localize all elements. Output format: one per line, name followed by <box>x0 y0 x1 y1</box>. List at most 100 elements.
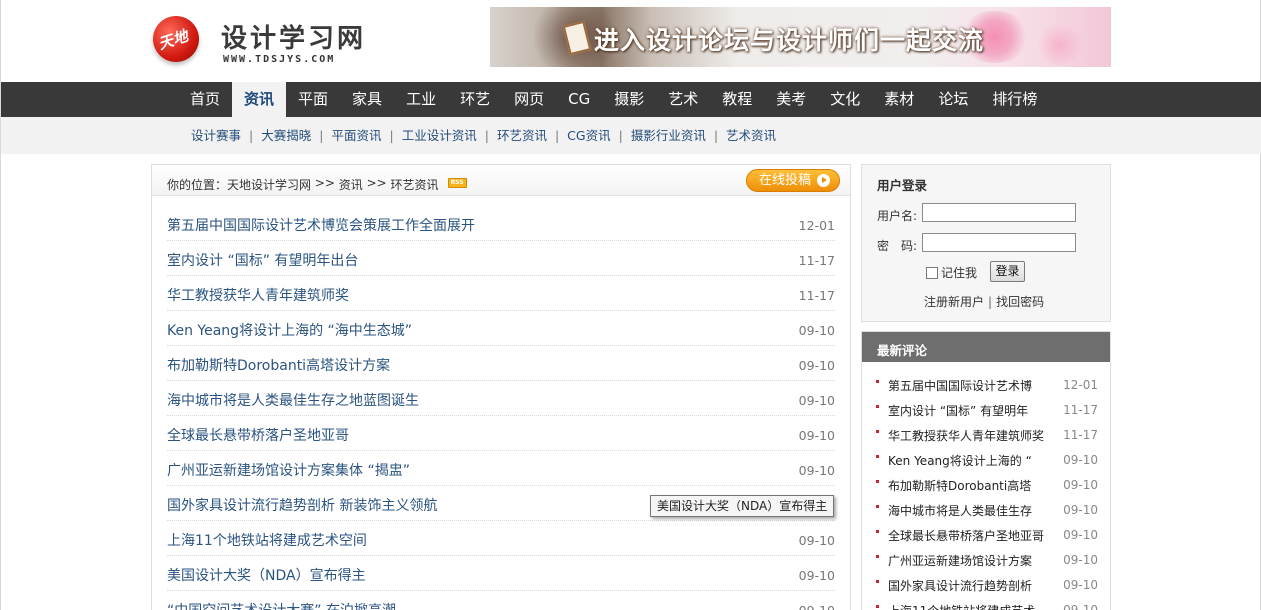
comment-link[interactable]: 华工教授获华人青年建筑师奖 <box>888 427 1048 444</box>
submit-article-button[interactable]: 在线投稿 <box>746 169 840 192</box>
breadcrumb-site-link[interactable]: 天地设计学习网 <box>227 176 311 193</box>
subnav-separator: | <box>249 128 254 143</box>
article-link[interactable]: “中国空间艺术设计大赛” 在泊掀高潮 <box>167 600 396 610</box>
logo-url: WWW.TDSJYS.COM <box>223 54 336 65</box>
comment-item: 国外家具设计流行趋势剖析 09-10 <box>876 574 1098 599</box>
comment-item: 全球最长悬带桥落户圣地亚哥 09-10 <box>876 524 1098 549</box>
subnav-item[interactable]: CG资讯 <box>567 117 610 154</box>
nav-item[interactable]: 工业 <box>394 82 448 117</box>
remember-checkbox[interactable] <box>926 266 938 279</box>
nav-item[interactable]: 家具 <box>340 82 394 117</box>
bullet-icon <box>876 530 879 533</box>
password-input[interactable] <box>922 233 1076 252</box>
article-date: 11-17 <box>798 253 835 268</box>
comment-date: 09-10 <box>1063 503 1098 517</box>
subnav-separator: | <box>713 128 719 143</box>
forgot-password-link[interactable]: 找回密码 <box>996 295 1044 309</box>
comment-item: Ken Yeang将设计上海的 “ 09-10 <box>876 449 1098 474</box>
nav-item[interactable]: 文化 <box>818 82 872 117</box>
nav-item[interactable]: 网页 <box>502 82 556 117</box>
subnav-item[interactable]: 艺术资讯 <box>726 117 776 154</box>
article-link[interactable]: 国外家具设计流行趋势剖析 新装饰主义领航 <box>167 495 437 515</box>
password-label: 密 码: <box>877 239 918 253</box>
comment-item: 海中城市将是人类最佳生存 09-10 <box>876 499 1098 524</box>
nav-item[interactable]: 资讯 <box>232 82 287 117</box>
comment-link[interactable]: 上海11个地铁站将建成艺术 <box>888 602 1048 610</box>
comment-link[interactable]: 广州亚运新建场馆设计方案 <box>888 552 1048 569</box>
latest-comments-title: 最新评论 <box>877 343 928 358</box>
remember-label: 记住我 <box>941 266 978 280</box>
comment-date: 09-10 <box>1063 478 1098 492</box>
comment-link[interactable]: 第五届中国国际设计艺术博 <box>888 377 1048 394</box>
article-link[interactable]: 上海11个地铁站将建成艺术空间 <box>167 530 367 550</box>
article-date: 09-10 <box>798 323 835 338</box>
nav-item[interactable]: 平面 <box>286 82 340 117</box>
bullet-icon <box>876 480 879 483</box>
remember-me[interactable]: 记住我 <box>926 264 977 281</box>
nav-item[interactable]: 教程 <box>710 82 764 117</box>
nav-item[interactable]: CG <box>556 82 602 117</box>
breadcrumb-bar: 你的位置： 天地设计学习网 >> 资讯 >> 环艺资讯 RSS 在线投稿 <box>152 165 850 196</box>
article-date: 09-10 <box>798 393 835 408</box>
forum-banner[interactable]: 进入设计论坛与设计师们一起交流 <box>490 7 1111 67</box>
subnav-item[interactable]: 平面资讯 <box>331 117 381 154</box>
link-tooltip: 美国设计大奖（NDA）宣布得主 <box>650 495 835 517</box>
article-row: 全球最长悬带桥落户圣地亚哥 09-10 <box>167 416 835 451</box>
article-link[interactable]: 第五届中国国际设计艺术博览会策展工作全面展开 <box>167 215 475 235</box>
subnav-item[interactable]: 工业设计资讯 <box>402 117 477 154</box>
sub-nav: 设计赛事 | 大赛揭晓 | 平面资讯 | 工业设计资讯 | 环艺资讯 | CG资讯 | 摄影行业资讯 | 艺… <box>1 117 1261 154</box>
nav-item[interactable]: 环艺 <box>448 82 502 117</box>
subnav-item[interactable]: 设计赛事 <box>191 117 241 154</box>
site-logo[interactable]: 天地 设计学习网 WWW.TDSJYS.COM <box>151 14 391 74</box>
article-date: 11-17 <box>798 288 835 303</box>
logo-mark: 天地 <box>153 16 199 62</box>
article-link[interactable]: 美国设计大奖（NDA）宣布得主 <box>167 565 366 585</box>
login-links-separator: | <box>988 295 993 309</box>
subnav-separator: | <box>484 128 489 143</box>
bullet-icon <box>876 555 879 558</box>
article-link[interactable]: 海中城市将是人类最佳生存之地蓝图诞生 <box>167 390 419 410</box>
nav-item[interactable]: 艺术 <box>656 82 710 117</box>
comment-link[interactable]: 国外家具设计流行趋势剖析 <box>888 577 1048 594</box>
logo-mark-text: 天地 <box>156 26 191 54</box>
article-link[interactable]: 全球最长悬带桥落户圣地亚哥 <box>167 425 349 445</box>
bullet-icon <box>876 380 879 383</box>
article-row: 上海11个地铁站将建成艺术空间 09-10 <box>167 521 835 556</box>
subnav-item[interactable]: 环艺资讯 <box>497 117 547 154</box>
username-input[interactable] <box>922 203 1076 222</box>
article-row: 布加勒斯特Dorobanti高塔设计方案 09-10 <box>167 346 835 381</box>
comment-link[interactable]: 室内设计 “国标” 有望明年 <box>888 402 1048 419</box>
breadcrumb-current[interactable]: 环艺资讯 <box>391 176 439 193</box>
nav-item[interactable]: 排行榜 <box>980 82 1049 117</box>
rss-icon[interactable]: RSS <box>447 178 467 188</box>
main-nav: 首页 资讯 平面 家具 工业 环艺 网页 CG 摄影 艺术 教程 美考 文化 素材 论坛 排行榜 <box>1 82 1261 117</box>
subnav-item[interactable]: 大赛揭晓 <box>261 117 311 154</box>
comment-link[interactable]: 布加勒斯特Dorobanti高塔 <box>888 477 1048 494</box>
article-link[interactable]: 广州亚运新建场馆设计方案集体 “揭盅” <box>167 460 410 480</box>
subnav-item[interactable]: 摄影行业资讯 <box>631 117 706 154</box>
nav-item[interactable]: 素材 <box>872 82 926 117</box>
comment-link[interactable]: 全球最长悬带桥落户圣地亚哥 <box>888 527 1048 544</box>
login-button[interactable]: 登录 <box>990 261 1025 282</box>
comment-link[interactable]: 海中城市将是人类最佳生存 <box>888 502 1048 519</box>
nav-item[interactable]: 摄影 <box>602 82 656 117</box>
article-link[interactable]: Ken Yeang将设计上海的 “海中生态城” <box>167 320 412 340</box>
bullet-icon <box>876 605 879 608</box>
register-link[interactable]: 注册新用户 <box>924 295 984 309</box>
comment-date: 09-10 <box>1063 453 1098 467</box>
comment-date: 09-10 <box>1063 603 1098 610</box>
breadcrumb-separator: >> <box>311 176 339 190</box>
comment-link[interactable]: Ken Yeang将设计上海的 “ <box>888 452 1048 469</box>
nav-item[interactable]: 首页 <box>178 82 232 117</box>
article-link[interactable]: 华工教授获华人青年建筑师奖 <box>167 285 349 305</box>
article-link[interactable]: 布加勒斯特Dorobanti高塔设计方案 <box>167 355 390 375</box>
login-panel: 用户登录 用户名: 密 码: 记住我 登录 注册新用户 | 找回密码 <box>861 164 1111 322</box>
main-nav-list: 首页 资讯 平面 家具 工业 环艺 网页 CG 摄影 艺术 教程 美考 文化 素材 论坛 排行榜 <box>178 82 1049 117</box>
article-link[interactable]: 室内设计 “国标” 有望明年出台 <box>167 250 358 270</box>
nav-item[interactable]: 论坛 <box>926 82 980 117</box>
sub-nav-list: 设计赛事 | 大赛揭晓 | 平面资讯 | 工业设计资讯 | 环艺资讯 | CG资讯 | 摄影行业资讯 | 艺… <box>191 117 776 154</box>
nav-item[interactable]: 美考 <box>764 82 818 117</box>
breadcrumb-section-link[interactable]: 资讯 <box>339 176 363 193</box>
bullet-icon <box>876 455 879 458</box>
article-date: 09-10 <box>798 533 835 548</box>
